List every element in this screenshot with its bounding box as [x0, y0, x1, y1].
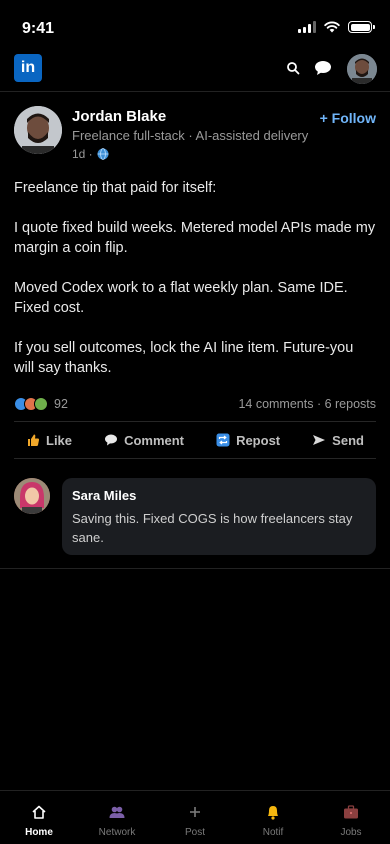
status-icons — [298, 21, 375, 33]
action-label: Send — [332, 432, 364, 448]
send-button[interactable]: Send — [300, 433, 376, 448]
like-button[interactable]: Like — [14, 433, 84, 448]
post-paragraph: Moved Codex work to a flat weekly plan. … — [14, 280, 348, 316]
home-icon — [32, 805, 46, 819]
feed-separator — [0, 568, 390, 569]
bottom-nav: Home Network Post Notif Jobs — [0, 790, 390, 844]
repost-icon — [216, 433, 230, 447]
post-meta: 1d · — [72, 147, 109, 161]
post-paragraph: If you sell outcomes, lock the AI line i… — [14, 340, 354, 376]
action-label: Like — [46, 432, 73, 448]
nav-network[interactable]: Network — [78, 791, 156, 844]
nav-label: Notif — [262, 827, 284, 838]
author-name[interactable]: Jordan Blake — [72, 108, 166, 125]
reaction-count: 92 — [54, 397, 68, 411]
post-paragraph: Freelance tip that paid for itself: — [14, 180, 217, 196]
follow-button[interactable]: + Follow — [320, 110, 376, 126]
nav-label: Post — [184, 827, 205, 838]
signal-icon — [298, 21, 316, 33]
comment-bubble[interactable]: Sara Miles Saving this. Fixed COGS is ho… — [62, 478, 376, 555]
divider — [14, 458, 376, 459]
profile-avatar[interactable] — [347, 54, 377, 84]
support-reaction-icon — [34, 397, 48, 411]
status-bar: 9:41 — [0, 0, 390, 56]
comment-button[interactable]: Comment — [92, 433, 196, 448]
linkedin-logo[interactable]: in — [14, 54, 42, 82]
nav-post[interactable]: Post — [156, 791, 234, 844]
plus-icon — [190, 807, 200, 817]
post-time: 1d · — [72, 147, 93, 161]
wifi-icon — [324, 21, 340, 33]
send-icon — [313, 435, 326, 445]
commenter-avatar[interactable] — [14, 478, 50, 514]
commenter-name[interactable]: Sara Miles — [72, 488, 366, 503]
post-paragraph: I quote fixed build weeks. Metered model… — [14, 220, 376, 256]
thumbs-up-icon — [28, 434, 40, 446]
engagement-counts[interactable]: 14 comments · 6 reposts — [238, 397, 376, 411]
nav-notifications[interactable]: Notif — [234, 791, 312, 844]
post-actions: Like Comment Repost Send — [14, 422, 376, 458]
network-icon — [109, 806, 125, 818]
nav-jobs[interactable]: Jobs — [312, 791, 390, 844]
reactions-summary[interactable]: 92 — [14, 397, 68, 411]
globe-icon — [97, 148, 109, 160]
status-time: 9:41 — [22, 20, 55, 37]
author-avatar[interactable] — [14, 106, 62, 154]
battery-icon — [348, 21, 375, 33]
reactions-row: 92 14 comments · 6 reposts — [14, 394, 376, 414]
briefcase-icon — [344, 805, 358, 819]
nav-label: Jobs — [340, 827, 362, 838]
action-label: Repost — [236, 432, 281, 448]
search-icon[interactable] — [285, 60, 301, 76]
action-label: Comment — [124, 432, 185, 448]
post-body: Freelance tip that paid for itself: I qu… — [14, 178, 376, 398]
nav-home[interactable]: Home — [0, 791, 78, 844]
chat-bubble-icon[interactable] — [314, 60, 332, 76]
app-header: in — [0, 54, 390, 92]
repost-button[interactable]: Repost — [204, 433, 292, 448]
comment-icon — [105, 434, 118, 446]
nav-label: Network — [98, 827, 136, 838]
nav-label: Home — [25, 827, 53, 838]
comment-text: Saving this. Fixed COGS is how freelance… — [72, 511, 353, 545]
author-headline: Freelance full-stack · AI-assisted deliv… — [72, 128, 309, 143]
bell-icon — [268, 806, 278, 820]
